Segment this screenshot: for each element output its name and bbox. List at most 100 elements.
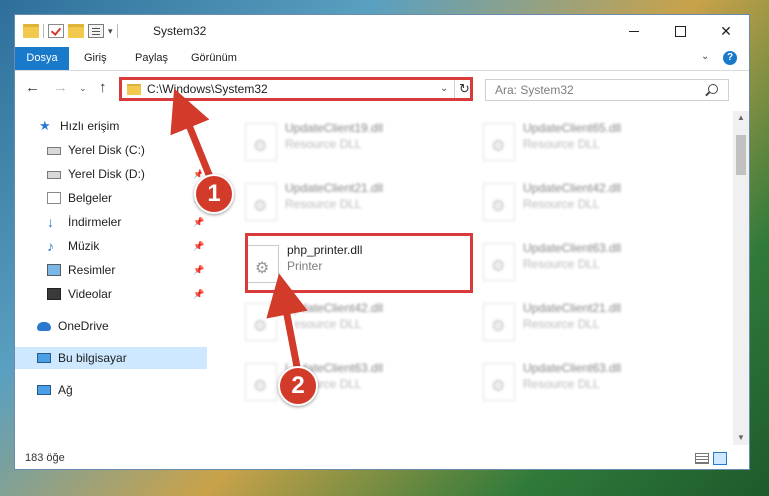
address-bar[interactable]: C:\Windows\System32 ⌄ ↻ [119,77,473,101]
gear-icon: ⚙ [253,198,268,215]
tab-home[interactable]: Giriş [72,47,119,70]
folder-icon [23,24,39,38]
pin-icon[interactable]: 📌 [193,289,204,300]
file-type: Resource DLL [523,137,600,151]
file-item[interactable]: ⚙ UpdateClient21.dll Resource DLL [475,295,705,349]
gear-icon: ⚙ [253,318,268,335]
maximize-button[interactable] [657,15,703,47]
minimize-button[interactable] [611,15,657,47]
drive-icon [47,171,61,179]
window-title: System32 [153,24,207,38]
file-item[interactable]: ⚙ UpdateClient42.dll Resource DLL [237,295,467,349]
step-2-badge: 2 [278,366,318,406]
file-type: Resource DLL [285,317,362,331]
drive-icon [47,147,61,155]
dll-file-icon: ⚙ [483,243,515,281]
sidebar-item-this-pc[interactable]: Bu bilgisayar [15,347,207,369]
network-icon [37,385,51,395]
tab-view[interactable]: Görünüm [179,47,249,70]
star-icon: ★ [39,118,51,133]
close-icon: ✕ [720,22,732,39]
scroll-down-icon[interactable]: ▼ [733,431,749,445]
navigation-bar: ← → ⌄ ↑ C:\Windows\System32 ⌄ ↻ Ara: Sys… [15,71,749,107]
file-type: Resource DLL [523,197,600,211]
gear-icon: ⚙ [491,258,506,275]
file-item[interactable]: ⚙ UpdateClient65.dll Resource DLL [475,115,705,169]
sidebar-item-label: Bu bilgisayar [58,351,127,365]
dll-file-icon: ⚙ [483,183,515,221]
sidebar-item-local-disk-c[interactable]: Yerel Disk (C:) 📌 [15,139,207,161]
file-item[interactable]: ⚙ UpdateClient42.dll Resource DLL [475,175,705,229]
tab-file[interactable]: Dosya [15,47,69,70]
large-icons-view-icon[interactable] [713,452,727,465]
toolbar-dropdown-icon[interactable]: ▾ [108,26,113,37]
maximize-icon [674,25,686,37]
file-item[interactable]: ⚙ UpdateClient19.dll Resource DLL [237,115,467,169]
highlight-box [245,233,473,293]
file-name: UpdateClient63.dll [523,361,622,375]
tab-share[interactable]: Paylaş [123,47,180,70]
close-button[interactable]: ✕ [703,15,749,47]
sidebar-item-label: Resimler [68,263,116,277]
sidebar-item-label: Belgeler [68,191,113,205]
sidebar-item-label: Videolar [68,287,112,301]
file-type: Resource DLL [285,137,362,151]
up-arrow-icon[interactable]: ↑ [99,79,107,96]
navigation-pane: ★ Hızlı erişim Yerel Disk (C:) 📌 Yerel D… [15,111,207,445]
pin-icon[interactable]: 📌 [193,145,204,156]
sidebar-item-quick-access[interactable]: ★ Hızlı erişim [15,115,207,137]
sidebar-item-videos[interactable]: Videolar 📌 [15,283,207,305]
file-item[interactable]: ⚙ UpdateClient21.dll Resource DLL [237,175,467,229]
dll-file-icon: ⚙ [483,363,515,401]
search-placeholder: Ara: System32 [495,83,574,97]
sidebar-item-music[interactable]: ♪ Müzik 📌 [15,235,207,257]
status-bar: 183 öğe [15,447,749,469]
sidebar-item-network[interactable]: Ağ [15,379,207,401]
sidebar-item-pictures[interactable]: Resimler 📌 [15,259,207,281]
search-input[interactable]: Ara: System32 [485,79,729,101]
vertical-scrollbar[interactable]: ▲ ▼ [733,111,749,445]
pin-icon[interactable]: 📌 [193,265,204,276]
sidebar-item-downloads[interactable]: ↓ İndirmeler 📌 [15,211,207,233]
forward-arrow-icon[interactable]: → [53,79,68,96]
sidebar-item-onedrive[interactable]: OneDrive [15,315,207,337]
refresh-icon[interactable]: ↻ [459,81,470,97]
gear-icon: ⚙ [253,138,268,155]
address-dropdown-icon[interactable]: ⌄ [440,83,448,94]
gear-icon: ⚙ [491,378,506,395]
file-type: Resource DLL [523,257,600,271]
new-folder-icon[interactable] [68,24,84,38]
properties-check-icon[interactable] [48,24,64,38]
file-item[interactable]: ⚙ UpdateClient63.dll Resource DLL [475,235,705,289]
file-name: UpdateClient65.dll [523,121,622,135]
file-item[interactable]: ⚙ UpdateClient63.dll Resource DLL [475,355,705,409]
scrollbar-thumb[interactable] [736,135,746,175]
recent-locations-icon[interactable]: ⌄ [79,83,87,94]
item-count: 183 öğe [25,452,65,464]
gear-icon: ⚙ [491,138,506,155]
back-arrow-icon[interactable]: ← [25,79,40,96]
help-icon[interactable]: ? [723,51,737,65]
file-type: Resource DLL [523,377,600,391]
customize-toolbar-icon[interactable] [88,24,104,38]
this-pc-icon [37,353,51,363]
search-icon[interactable] [708,84,718,94]
sidebar-item-label: Yerel Disk (C:) [68,143,145,157]
file-name: UpdateClient42.dll [523,181,622,195]
expand-ribbon-icon[interactable]: ⌄ [701,51,709,62]
file-item[interactable]: ⚙ UpdateClient63.dll Resource DLL [237,355,467,409]
sidebar-item-documents[interactable]: Belgeler 📌 [15,187,207,209]
sidebar-item-label: Hızlı erişim [60,119,120,133]
sidebar-item-local-disk-d[interactable]: Yerel Disk (D:) 📌 [15,163,207,185]
gear-icon: ⚙ [253,378,268,395]
dll-file-icon: ⚙ [245,303,277,341]
scroll-up-icon[interactable]: ▲ [733,111,749,125]
onedrive-icon [37,321,51,331]
address-path[interactable]: C:\Windows\System32 [147,82,268,96]
pin-icon[interactable]: 📌 [193,241,204,252]
details-view-icon[interactable] [695,453,709,464]
pin-icon[interactable]: 📌 [193,217,204,228]
explorer-window: ▾ System32 ✕ Dosya Giriş Paylaş Görünüm … [14,14,750,470]
quick-access-toolbar: ▾ [23,24,118,38]
sidebar-item-label: Ağ [58,383,73,397]
